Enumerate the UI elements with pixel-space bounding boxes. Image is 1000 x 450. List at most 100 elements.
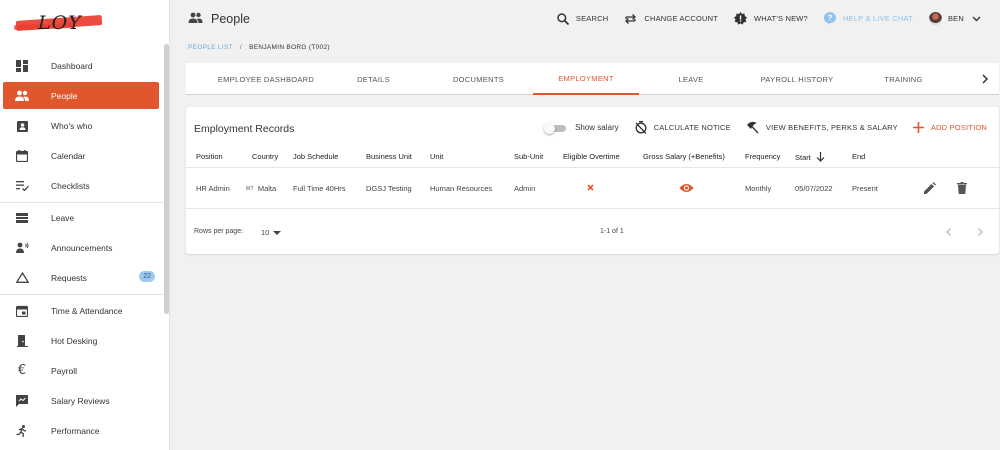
tab-employee-dashboard[interactable]: EMPLOYEE DASHBOARD	[196, 63, 336, 95]
sidebar-item-label: Announcements	[51, 242, 113, 253]
sidebar-item-label: Requests	[51, 272, 87, 283]
column-header-position[interactable]: Position	[196, 152, 223, 161]
cell-frequency: Monthly	[745, 184, 772, 193]
add-position-button[interactable]: ADD POSITION	[912, 122, 987, 133]
page-title-text: People	[211, 12, 250, 26]
view-benefits-button[interactable]: VIEW BENEFITS, PERKS & SALARY	[746, 121, 898, 134]
cell-job-schedule: Full Time 40Hrs	[293, 184, 346, 193]
caret-down-icon	[273, 230, 282, 235]
user-menu[interactable]: BEN	[928, 12, 988, 25]
column-header-sub-unit[interactable]: Sub-Unit	[514, 152, 543, 161]
column-header-frequency[interactable]: Frequency	[745, 152, 780, 161]
table-row-divider	[186, 208, 999, 209]
breadcrumb-people-list-link[interactable]: PEOPLE LIST	[188, 44, 233, 51]
country-code: MT	[246, 185, 254, 192]
tab-employment[interactable]: EMPLOYMENT	[533, 63, 639, 95]
dashboard-icon	[14, 58, 30, 74]
breadcrumb-separator: /	[239, 44, 242, 51]
cell-start: 05/07/2022	[795, 184, 833, 193]
breadcrumb-current: BENJAMIN BORG (T002)	[249, 44, 330, 51]
column-header-unit[interactable]: Unit	[430, 152, 443, 161]
tab-documents[interactable]: DOCUMENTS	[436, 63, 521, 95]
column-header-start[interactable]: Start	[795, 152, 825, 162]
contact-card-icon	[14, 118, 30, 134]
sidebar-divider	[0, 294, 164, 295]
rows-per-page-label: Rows per page:	[194, 228, 244, 235]
beach-umbrella-icon	[746, 121, 759, 134]
cell-end: Present	[852, 184, 878, 193]
sidebar-item-leave[interactable]: Leave	[3, 204, 159, 231]
sidebar-item-dashboard[interactable]: Dashboard	[3, 52, 159, 79]
tab-details[interactable]: DETAILS	[336, 63, 411, 95]
rows-per-page-select[interactable]: 10	[261, 228, 282, 237]
sidebar-item-announcements[interactable]: Announcements	[3, 234, 159, 261]
pagination-range: 1-1 of 1	[600, 228, 624, 235]
sidebar-item-requests[interactable]: Requests 22	[3, 264, 159, 291]
column-header-job-schedule[interactable]: Job Schedule	[293, 152, 338, 161]
chevron-right-icon[interactable]	[979, 73, 991, 85]
sidebar-item-label: Leave	[51, 212, 75, 223]
card-actions: Show salary CALCULATE NOTICE VIEW BENEFI…	[544, 121, 987, 134]
sidebar-item-payroll[interactable]: € Payroll	[3, 357, 159, 384]
column-header-gross-salary[interactable]: Gross Salary (+Benefits)	[643, 152, 725, 161]
people-icon	[188, 12, 203, 26]
svg-text:?: ?	[827, 14, 832, 23]
help-live-chat-button[interactable]: ? HELP & LIVE CHAT	[823, 12, 913, 25]
tab-leave[interactable]: LEAVE	[651, 63, 731, 95]
column-header-eligible-overtime[interactable]: Eligible Overtime	[563, 152, 620, 161]
triangle-icon	[14, 270, 30, 286]
avatar	[928, 12, 942, 25]
plus-icon	[912, 122, 924, 133]
edit-icon[interactable]	[924, 182, 936, 194]
salary-review-icon	[14, 393, 30, 409]
sidebar-item-calendar[interactable]: Calendar	[3, 142, 159, 169]
tab-payroll-history[interactable]: PAYROLL HISTORY	[742, 63, 852, 95]
eye-icon[interactable]	[679, 183, 694, 193]
sidebar-item-label: Performance	[51, 425, 100, 436]
time-attendance-icon	[14, 303, 30, 319]
cell-country: MT Malta	[246, 184, 277, 193]
checklist-icon	[14, 178, 30, 194]
column-header-country[interactable]: Country	[252, 152, 278, 161]
timer-off-icon	[635, 121, 647, 134]
tab-training[interactable]: TRAINING	[866, 63, 941, 95]
table-header-divider	[186, 167, 999, 168]
sidebar-item-label: Payroll	[51, 365, 77, 376]
page-title: People	[188, 12, 250, 26]
sidebar-item-performance[interactable]: Performance	[3, 417, 159, 444]
search-button[interactable]: SEARCH	[557, 12, 608, 25]
swap-icon	[625, 13, 637, 24]
sidebar-item-hot-desking[interactable]: Hot Desking	[3, 327, 159, 354]
euro-icon: €	[17, 363, 27, 378]
sidebar-item-label: Who's who	[51, 120, 93, 131]
calculate-notice-button[interactable]: CALCULATE NOTICE	[635, 121, 731, 134]
header-actions: SEARCH CHANGE ACCOUNT WHAT'S NEW? ? HELP…	[557, 12, 1000, 25]
change-account-button[interactable]: CHANGE ACCOUNT	[624, 13, 718, 25]
chevron-down-icon	[972, 16, 981, 21]
cell-business-unit: DGSJ Testing	[366, 184, 412, 193]
previous-page-icon[interactable]	[944, 227, 954, 237]
show-salary-label: Show salary	[575, 123, 619, 132]
people-icon	[14, 88, 30, 104]
sidebar-item-time-attendance[interactable]: Time & Attendance	[3, 297, 159, 324]
whats-new-button[interactable]: WHAT'S NEW?	[734, 12, 808, 25]
employment-records-card: Employment Records Show salary CALCULATE…	[186, 107, 999, 254]
sidebar-scrollbar[interactable]	[164, 44, 169, 314]
sidebar-item-label: Dashboard	[51, 60, 93, 71]
sidebar-item-people[interactable]: People	[3, 82, 159, 109]
column-header-end[interactable]: End	[852, 152, 865, 161]
sidebar-item-whos-who[interactable]: Who's who	[3, 112, 159, 139]
sidebar-item-salary-reviews[interactable]: Salary Reviews	[3, 387, 159, 414]
delete-icon[interactable]	[957, 182, 967, 194]
app-logo[interactable]: LOY	[13, 12, 103, 38]
column-header-business-unit[interactable]: Business Unit	[366, 152, 412, 161]
sidebar-item-label: Hot Desking	[51, 335, 98, 346]
breadcrumb: PEOPLE LIST / BENJAMIN BORG (T002)	[188, 44, 330, 51]
arrow-down-icon	[816, 152, 825, 162]
show-salary-toggle[interactable]	[544, 122, 568, 134]
door-icon	[14, 333, 30, 349]
header: People SEARCH CHANGE ACCOUNT WHAT'S NEW?…	[170, 0, 1000, 40]
next-page-icon[interactable]	[975, 227, 985, 237]
employee-tabs: EMPLOYEE DASHBOARD DETAILS DOCUMENTS EMP…	[186, 63, 999, 95]
sidebar-item-checklists[interactable]: Checklists	[3, 172, 159, 199]
